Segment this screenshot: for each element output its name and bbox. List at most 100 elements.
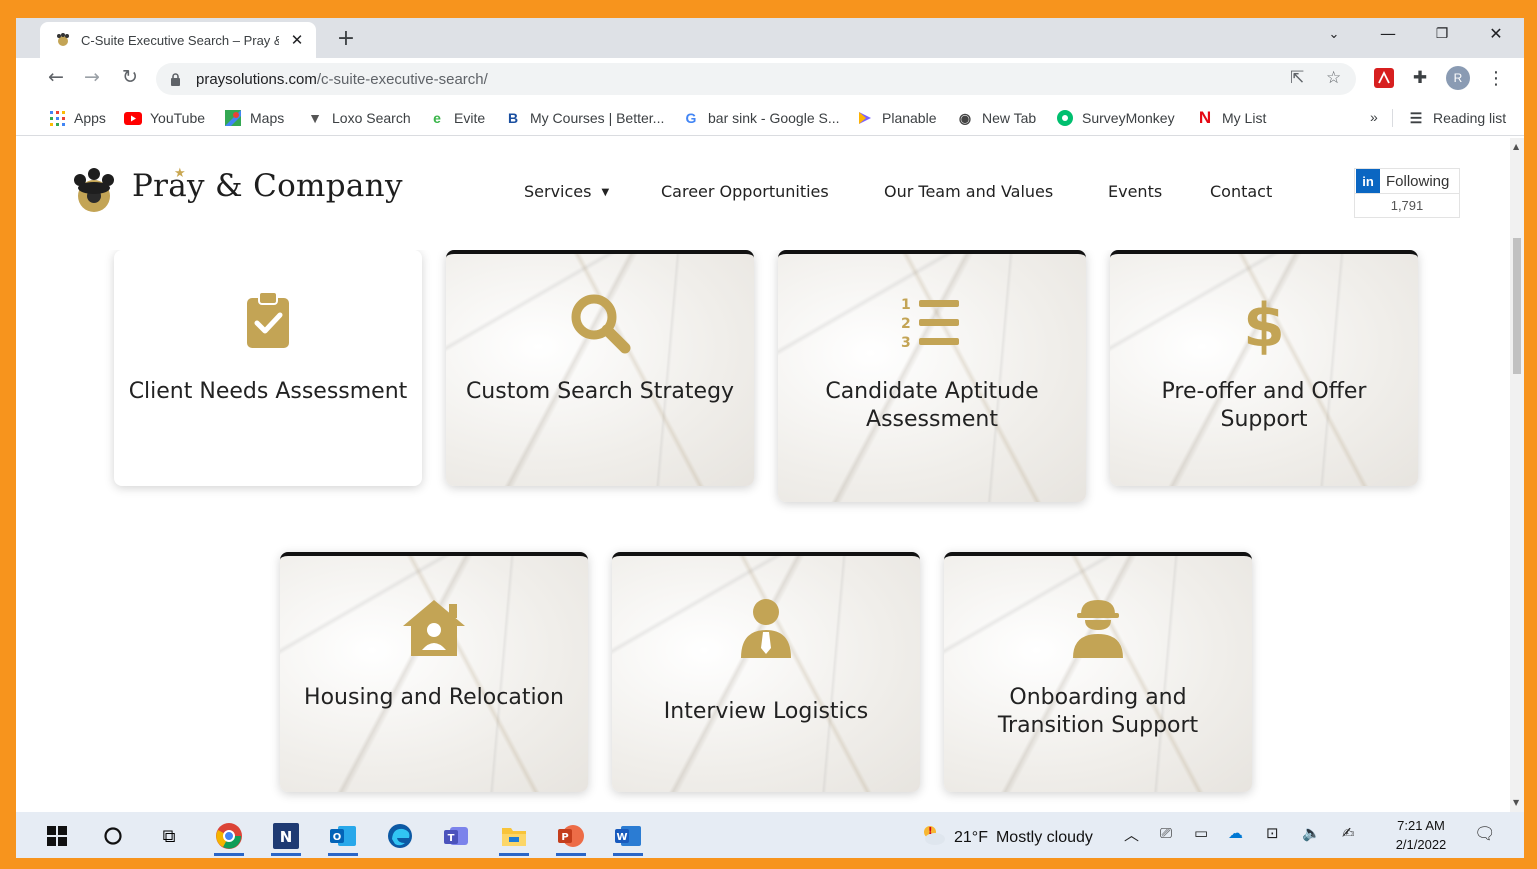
active-tab[interactable]: C-Suite Executive Search – Pray & C ✕ [40, 22, 316, 58]
bookmark-apps[interactable]: Apps [48, 109, 106, 127]
tab-search-icon[interactable]: ⌄ [1314, 27, 1354, 42]
linkedin-following-label: Following [1386, 172, 1450, 190]
onedrive-cloud-icon[interactable]: ☁ [1228, 824, 1243, 842]
reading-list-button[interactable]: ☰ Reading list [1392, 109, 1506, 127]
service-card-housing[interactable]: Housing and Relocation [280, 552, 588, 792]
numbered-list-icon: 1 2 3 [901, 296, 963, 354]
teams-icon[interactable]: T [442, 821, 472, 851]
service-card-candidate-aptitude[interactable]: 1 2 3 Candidate Aptitude Assessment [778, 250, 1086, 502]
bookmark-label: My Courses | Better... [530, 110, 665, 126]
browser-menu-icon[interactable]: ⋮ [1484, 66, 1508, 90]
bookmark-label: bar sink - Google S... [708, 110, 840, 126]
nav-events[interactable]: Events [1108, 182, 1162, 201]
meet-now-icon[interactable]: ⎚ [1160, 824, 1172, 842]
back-icon[interactable]: ← [44, 66, 68, 88]
logo-wordmark[interactable]: Pray & Company [132, 168, 403, 204]
service-card-onboarding[interactable]: Onboarding and Transition Support [944, 552, 1252, 792]
scrollbar-thumb[interactable] [1513, 238, 1521, 374]
reading-list-label: Reading list [1433, 110, 1507, 126]
file-explorer-icon[interactable] [499, 821, 529, 856]
planable-icon [856, 109, 874, 127]
bookmarks-overflow-button[interactable]: » [1370, 109, 1378, 125]
reading-list-icon: ☰ [1409, 109, 1423, 126]
bookmark-label: Maps [250, 110, 285, 126]
service-card-client-needs[interactable]: Client Needs Assessment [114, 250, 422, 486]
pray-logo-icon[interactable] [68, 166, 120, 222]
clock-time: 7:21 AM [1397, 818, 1445, 833]
word-icon[interactable]: W [613, 821, 643, 856]
search-circle-icon[interactable] [98, 821, 128, 851]
tray-overflow-chevron-icon[interactable]: ︿ [1124, 824, 1139, 845]
bookmark-new-tab[interactable]: ◉ New Tab [956, 109, 1036, 127]
weather-temperature: 21°F [954, 828, 988, 846]
service-card-pre-offer[interactable]: $ Pre-offer and Offer Support [1110, 250, 1418, 486]
scroll-down-arrow-icon[interactable]: ▼ [1513, 798, 1519, 807]
svg-text:T: T [448, 833, 455, 844]
nav-services[interactable]: Services ▼ [524, 182, 609, 201]
linkedin-follow-widget[interactable]: in Following 1,791 [1354, 168, 1460, 218]
bookmark-youtube[interactable]: YouTube [124, 109, 205, 127]
bookmark-label: Planable [882, 110, 937, 126]
bookmark-loxo[interactable]: ▼ Loxo Search [306, 109, 411, 127]
page-scrollbar[interactable]: ▲ ▼ [1510, 138, 1524, 812]
nav-our-team[interactable]: Our Team and Values [884, 182, 1053, 201]
task-view-icon[interactable]: ⧉ [154, 821, 184, 851]
new-tab-button[interactable]: + [334, 26, 358, 51]
service-card-interview-logistics[interactable]: Interview Logistics [612, 552, 920, 792]
dollar-sign-icon: $ [1243, 291, 1285, 361]
hard-hat-worker-icon [1071, 598, 1125, 662]
minimize-button[interactable]: — [1368, 24, 1408, 43]
magnifier-icon [569, 292, 631, 358]
volume-icon[interactable]: 🔈 [1302, 824, 1321, 842]
profile-avatar[interactable]: R [1446, 66, 1470, 90]
service-title: Client Needs Assessment [128, 379, 408, 404]
bookmark-maps[interactable]: Maps [224, 109, 284, 127]
svg-text:O: O [333, 832, 342, 843]
bookmark-evite[interactable]: e Evite [428, 109, 485, 127]
project-app-icon[interactable]: N [271, 821, 301, 856]
powerpoint-icon[interactable]: P [556, 821, 586, 856]
edge-icon[interactable] [385, 821, 415, 851]
linkedin-follow-row: in Following [1355, 169, 1459, 193]
outlook-icon[interactable]: O [328, 821, 358, 856]
taskbar-clock[interactable]: 7:21 AM 2/1/2022 [1384, 816, 1458, 854]
windows-start-icon[interactable] [42, 821, 72, 851]
bookmark-google-search[interactable]: G bar sink - Google S... [682, 109, 840, 127]
better-icon: B [507, 110, 519, 126]
address-bar[interactable]: praysolutions.com/c-suite-executive-sear… [156, 63, 1356, 95]
windows-taskbar: ⧉ N O T P W ! 21°F Mostly cloudy ︿ ⎚ ▭ ☁… [16, 812, 1524, 858]
forward-icon[interactable]: → [80, 66, 104, 88]
nav-career-opportunities[interactable]: Career Opportunities [661, 182, 829, 201]
scroll-up-arrow-icon[interactable]: ▲ [1513, 142, 1519, 151]
bookmark-star-icon[interactable]: ☆ [1326, 68, 1341, 88]
chrome-taskbar-icon[interactable] [214, 821, 244, 856]
active-app-indicator [613, 853, 643, 856]
restore-button[interactable]: ❐ [1422, 26, 1462, 42]
close-window-button[interactable]: ✕ [1476, 24, 1516, 43]
service-card-custom-search[interactable]: Custom Search Strategy [446, 250, 754, 486]
reload-icon[interactable]: ↻ [118, 66, 142, 88]
share-icon[interactable]: ⇱ [1290, 68, 1304, 88]
notifications-icon[interactable]: 🗨 [1474, 824, 1496, 844]
battery-icon[interactable]: ▭ [1194, 824, 1208, 842]
weather-widget[interactable]: ! 21°F Mostly cloudy [920, 824, 1093, 851]
chevron-down-icon: ▼ [601, 187, 610, 198]
bookmark-my-list[interactable]: N My List [1196, 108, 1266, 127]
acrobat-extension-icon[interactable] [1372, 66, 1396, 90]
site-header: ★ Pray & Company Services ▼ Career Opport… [16, 138, 1510, 250]
svg-text:3: 3 [901, 335, 911, 350]
tab-close-icon[interactable]: ✕ [288, 31, 306, 49]
pen-icon[interactable]: ✍ [1342, 824, 1355, 842]
house-user-icon [401, 598, 467, 662]
svg-text:1: 1 [901, 297, 911, 313]
bookmark-my-courses[interactable]: B My Courses | Better... [504, 109, 664, 127]
service-title: Candidate Aptitude Assessment [825, 379, 1039, 432]
display-icon[interactable]: ⊡ [1266, 824, 1279, 842]
bookmark-planable[interactable]: Planable [856, 109, 937, 127]
weather-cloud-icon: ! [920, 824, 946, 851]
extensions-puzzle-icon[interactable]: ✚ [1408, 66, 1432, 90]
svg-text:P: P [561, 832, 568, 843]
bookmark-surveymonkey[interactable]: SurveyMonkey [1056, 109, 1175, 127]
bookmark-label: Evite [454, 110, 486, 126]
nav-contact[interactable]: Contact [1210, 182, 1272, 201]
